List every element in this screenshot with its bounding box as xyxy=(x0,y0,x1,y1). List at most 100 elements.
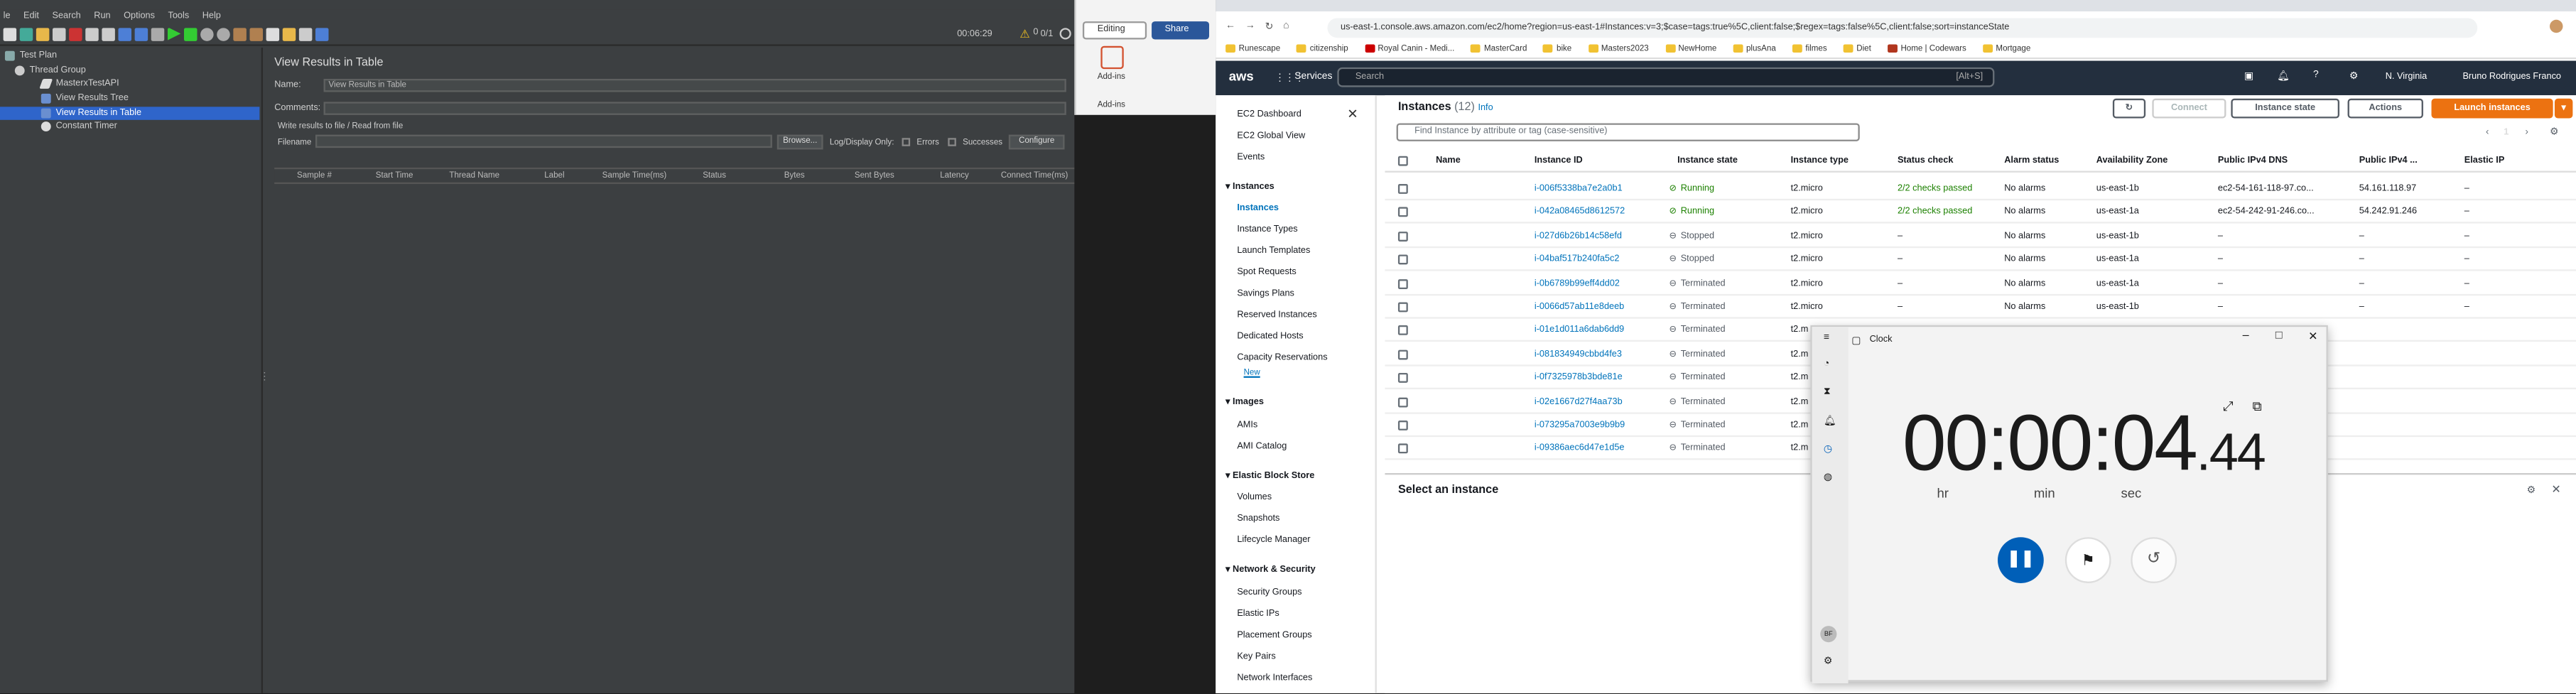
bookmark-royal-canin[interactable]: Royal Canin - Medi... xyxy=(1364,41,1454,58)
close-button[interactable]: ✕ xyxy=(2308,330,2318,343)
preferences-icon[interactable]: ⚙ xyxy=(2550,126,2558,138)
cell-id[interactable]: i-027d6b26b14c58efd xyxy=(1535,232,1622,242)
nav-dedicated-hosts[interactable]: Dedicated Hosts xyxy=(1237,332,1303,342)
instance-row[interactable]: i-0066d57ab11e8deeb ⊖ Terminated t2.micro – N… xyxy=(1385,296,2576,319)
notifications-icon[interactable]: 🔔︎ xyxy=(2277,70,2290,82)
forward-icon[interactable]: → xyxy=(1245,21,1255,31)
cell-id[interactable]: i-006f5338ba7e2a0b1 xyxy=(1535,184,1623,194)
select-all-checkbox[interactable] xyxy=(1397,156,1408,166)
row-checkbox[interactable] xyxy=(1397,349,1408,359)
col-start-time[interactable]: Start Time xyxy=(355,169,435,183)
cell-id[interactable]: i-0066d57ab11e8deeb xyxy=(1535,303,1624,313)
col-bytes[interactable]: Bytes xyxy=(754,169,835,183)
world-clock-icon[interactable]: ◍ xyxy=(1824,472,1832,483)
nav-events[interactable]: Events xyxy=(1237,153,1265,163)
comments-field[interactable] xyxy=(323,102,1066,115)
instance-row[interactable]: i-04baf517b240fa5c2 ⊖ Stopped t2.micro – No a… xyxy=(1385,249,2576,271)
new-icon[interactable] xyxy=(3,27,17,40)
expand-icon[interactable] xyxy=(118,27,131,40)
settings-icon[interactable]: ⚙ xyxy=(2349,70,2358,82)
menu-help[interactable]: Help xyxy=(202,10,221,23)
cell-id[interactable]: i-0b6789b99eff4dd02 xyxy=(1535,278,1620,288)
profile-avatar[interactable] xyxy=(2550,19,2563,33)
launch-dropdown-button[interactable]: ▾ xyxy=(2554,98,2573,119)
col-availability-zone[interactable]: Availability Zone xyxy=(2096,156,2168,166)
alarm-icon[interactable]: 🔔︎ xyxy=(1824,416,1836,427)
nav-network-interfaces[interactable]: Network Interfaces xyxy=(1237,673,1312,683)
nav-savings-plans[interactable]: Savings Plans xyxy=(1237,289,1294,299)
row-checkbox[interactable] xyxy=(1397,373,1408,384)
col-status-check[interactable]: Status check xyxy=(1898,156,1953,166)
home-icon[interactable]: ⌂ xyxy=(1283,21,1289,31)
nav-instances[interactable]: Instances xyxy=(1237,204,1279,214)
col-thread-name[interactable]: Thread Name xyxy=(434,169,514,183)
refresh-button[interactable]: ↻ xyxy=(2112,98,2146,119)
back-icon[interactable]: ← xyxy=(1225,21,1235,31)
minimize-button[interactable]: – xyxy=(2243,330,2249,342)
nav-ami-catalog[interactable]: AMI Catalog xyxy=(1237,442,1287,452)
nav-section-images[interactable]: ▾ Images xyxy=(1225,398,1264,408)
timer-icon[interactable]: ⧗ xyxy=(1824,388,1831,399)
add-ins-icon[interactable] xyxy=(1100,45,1124,70)
col-alarm-status[interactable]: Alarm status xyxy=(2004,156,2059,166)
bookmark-mortgage[interactable]: Mortgage xyxy=(1982,41,2030,58)
instance-row[interactable]: i-006f5338ba7e2a0b1 ⊘ Running t2.micro 2/2 c… xyxy=(1385,178,2576,201)
nav-lifecycle-manager[interactable]: Lifecycle Manager xyxy=(1237,536,1310,546)
tree-node-results-tree[interactable]: View Results Tree xyxy=(40,92,129,106)
menu-search[interactable]: Search xyxy=(52,10,80,23)
col-public-dns[interactable]: Public IPv4 DNS xyxy=(2218,156,2288,166)
row-checkbox[interactable] xyxy=(1397,421,1408,430)
bookmark-codewars[interactable]: Home | Codewars xyxy=(1887,41,1966,58)
nav-volumes[interactable]: Volumes xyxy=(1237,493,1272,503)
editing-mode-button[interactable]: Editing xyxy=(1082,21,1147,40)
bookmark-citizenship[interactable]: citizenship xyxy=(1297,41,1348,58)
open-icon[interactable] xyxy=(36,27,50,40)
instance-filter-input[interactable]: Find Instance by attribute or tag (case-… xyxy=(1396,123,1860,141)
col-instance-id[interactable]: Instance ID xyxy=(1535,156,1583,166)
toggle-icon[interactable] xyxy=(151,27,165,40)
col-instance-type[interactable]: Instance type xyxy=(1791,156,1849,166)
row-checkbox[interactable] xyxy=(1397,254,1408,265)
tree-node-results-table[interactable]: View Results in Table xyxy=(0,107,260,120)
browse-button[interactable]: Browse... xyxy=(776,134,823,150)
bookmark-mastercard[interactable]: MasterCard xyxy=(1471,41,1527,58)
row-checkbox[interactable] xyxy=(1397,278,1408,289)
configure-button[interactable]: Configure xyxy=(1008,134,1065,150)
cell-id[interactable]: i-0f7325978b3bde81e xyxy=(1535,373,1623,383)
instance-row[interactable]: i-042a08465d8612572 ⊘ Running t2.micro 2/2 c… xyxy=(1385,201,2576,224)
nav-capacity-reservations[interactable]: Capacity Reservations xyxy=(1237,353,1327,363)
col-status[interactable]: Status xyxy=(674,169,754,183)
menu-options[interactable]: Options xyxy=(124,10,155,23)
nav-placement-groups[interactable]: Placement Groups xyxy=(1237,631,1311,641)
nav-launch-templates[interactable]: Launch Templates xyxy=(1237,246,1310,256)
nav-security-groups[interactable]: Security Groups xyxy=(1237,588,1301,598)
col-instance-state[interactable]: Instance state xyxy=(1677,156,1738,166)
nav-section-ebs[interactable]: ▾ Elastic Block Store xyxy=(1225,472,1314,482)
collapse-icon[interactable] xyxy=(134,27,148,40)
stop-icon[interactable] xyxy=(200,27,214,40)
bookmark-diet[interactable]: Diet xyxy=(1843,41,1871,58)
col-name[interactable]: Name xyxy=(1436,156,1461,166)
info-link[interactable]: Info xyxy=(1478,104,1493,114)
col-sample[interactable]: Sample # xyxy=(274,169,355,183)
clear-all-icon[interactable] xyxy=(249,27,263,40)
row-checkbox[interactable] xyxy=(1397,325,1408,336)
lap-button[interactable]: ⚑ xyxy=(2064,537,2111,583)
templates-icon[interactable] xyxy=(19,27,33,40)
cell-id[interactable]: i-01e1d011a6dab6dd9 xyxy=(1535,326,1624,336)
row-checkbox[interactable] xyxy=(1397,444,1408,455)
bookmark-masters2023[interactable]: Masters2023 xyxy=(1588,41,1649,58)
url-bar[interactable]: us-east-1.console.aws.amazon.com/ec2/hom… xyxy=(1327,18,2478,38)
function-helper-icon[interactable] xyxy=(298,27,313,40)
focus-sessions-icon[interactable]: ◔ xyxy=(1824,359,1829,369)
launch-instances-button[interactable]: Launch instances xyxy=(2431,98,2553,119)
bookmark-plusana[interactable]: plusAna xyxy=(1733,41,1776,58)
col-label[interactable]: Label xyxy=(514,169,595,183)
reset-search-icon[interactable] xyxy=(282,27,296,40)
cloudshell-icon[interactable]: ▣ xyxy=(2244,70,2253,82)
shutdown-icon[interactable] xyxy=(217,27,230,40)
row-checkbox[interactable] xyxy=(1397,184,1408,194)
save-icon[interactable] xyxy=(53,27,66,40)
row-checkbox[interactable] xyxy=(1397,302,1408,313)
region-selector[interactable]: N. Virginia xyxy=(2386,72,2427,82)
